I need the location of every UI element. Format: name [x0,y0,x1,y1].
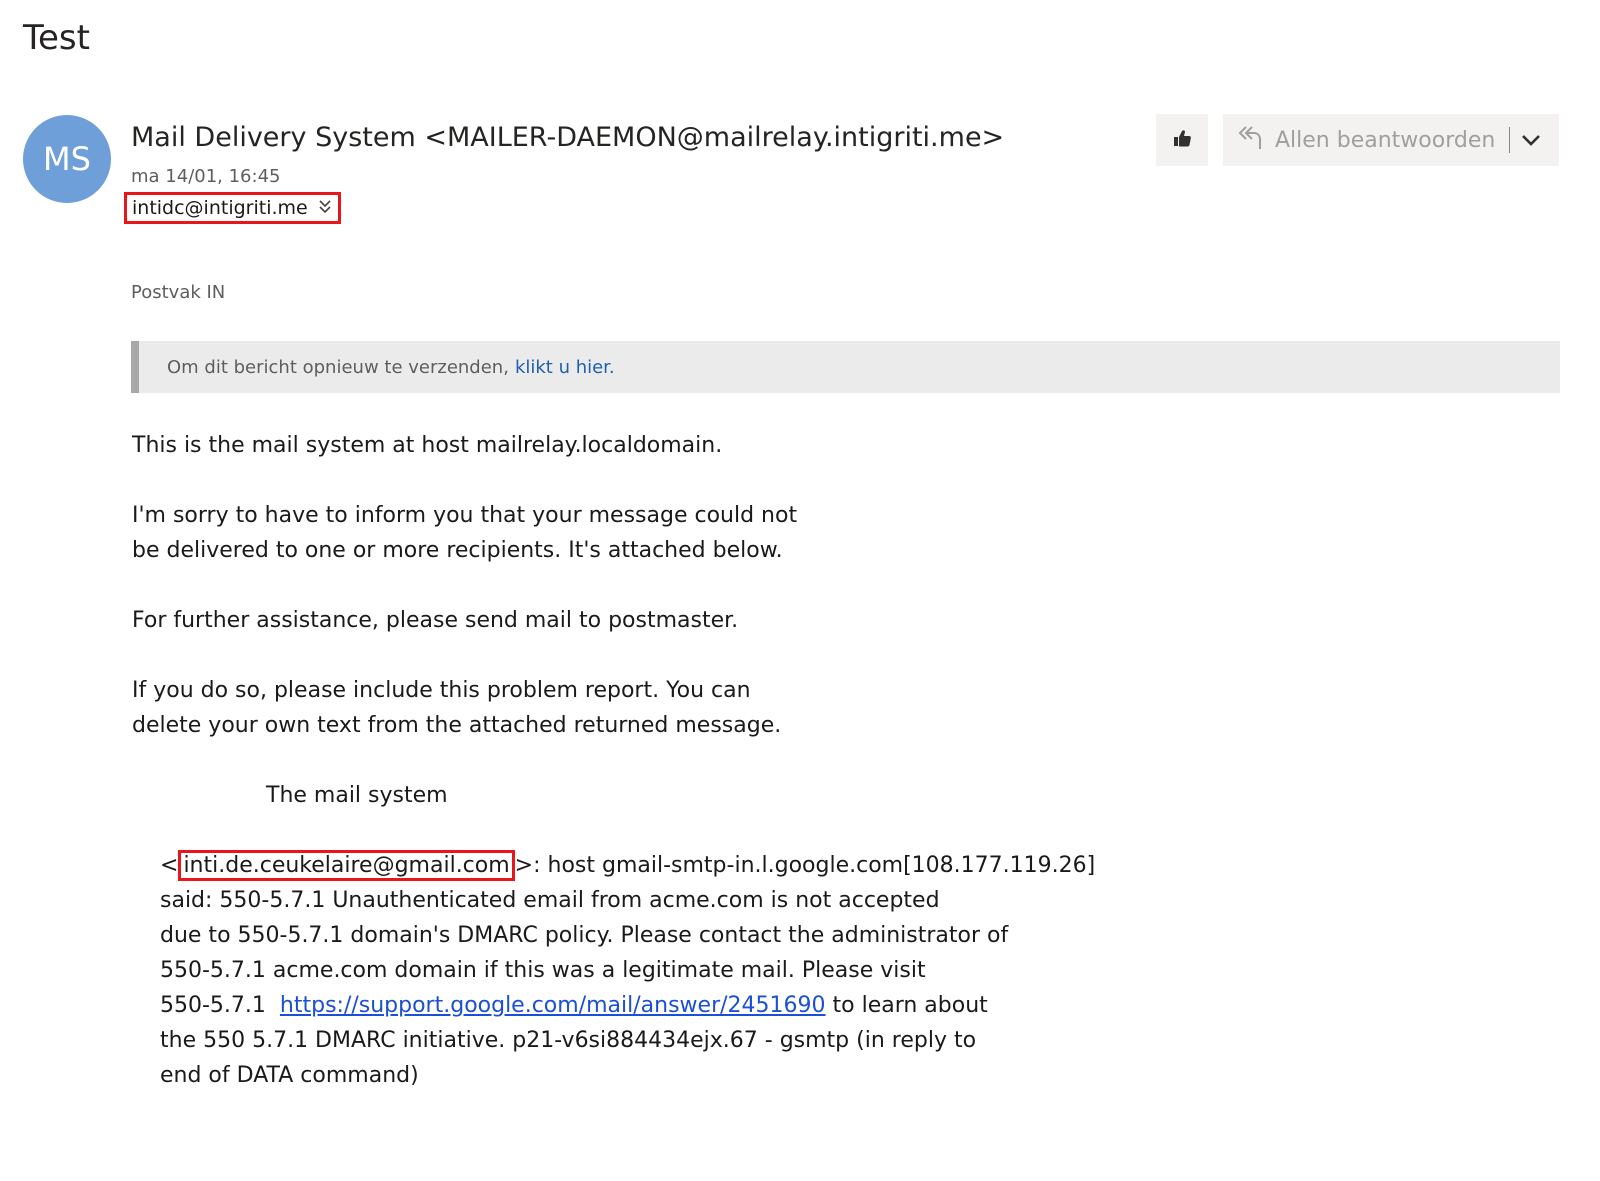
email-subject: Test [23,18,90,58]
button-divider [1509,127,1511,153]
body-paragraph: This is the mail system at host mailrela… [132,433,723,458]
email-body: This is the mail system at host mailrela… [132,428,1095,1093]
body-paragraph: For further assistance, please send mail… [132,608,739,633]
reply-all-label: Allen beantwoorden [1275,127,1496,153]
error-report: < inti.de.ceukelaire@gmail.com >: host gma… [132,848,1095,1093]
error-line: said: 550-5.7.1 Unauthenticated email fr… [160,888,940,913]
signature: The mail system [266,783,448,808]
banner-text: Om dit bericht opnieuw te verzenden, [167,356,509,378]
failed-recipient-address[interactable]: inti.de.ceukelaire@gmail.com [178,850,515,881]
body-paragraph: I'm sorry to have to inform you that you… [132,503,798,528]
reply-all-icon [1237,123,1263,157]
sender-avatar[interactable]: MS [23,115,111,203]
angle-bracket: < [160,853,179,878]
body-paragraph: delete your own text from the attached r… [132,713,782,738]
error-line: due to 550-5.7.1 domain's DMARC policy. … [160,923,1009,948]
error-text: >: host gmail-smtp-in.l.google.com[108.1… [514,853,1096,878]
sender-name[interactable]: Mail Delivery System <MAILER-DAEMON@mail… [131,122,1004,153]
resend-banner: Om dit bericht opnieuw te verzenden, kli… [131,341,1560,393]
recipient-field[interactable]: intidc@intigriti.me [124,192,341,224]
reply-all-button[interactable]: Allen beantwoorden [1223,114,1559,166]
error-line: end of DATA command) [160,1063,419,1088]
like-button[interactable] [1156,114,1208,166]
expand-recipients-icon[interactable] [318,198,332,218]
sent-date: ma 14/01, 16:45 [131,166,281,187]
error-line: 550-5.7.1 https://support.google.com/mai… [160,988,1095,1023]
error-text: to learn about [825,993,988,1018]
error-line: 550-5.7.1 acme.com domain if this was a … [160,958,926,983]
body-paragraph: be delivered to one or more recipients. … [132,538,783,563]
recipient-address: intidc@intigriti.me [132,197,308,219]
error-line: < inti.de.ceukelaire@gmail.com >: host gma… [160,848,1095,883]
resend-link[interactable]: klikt u hier. [515,357,615,378]
support-link[interactable]: https://support.google.com/mail/answer/2… [280,993,826,1018]
error-line: the 550 5.7.1 DMARC initiative. p21-v6si… [160,1028,977,1053]
error-text: 550-5.7.1 [160,993,280,1018]
folder-label[interactable]: Postvak IN [131,282,225,303]
body-paragraph: If you do so, please include this proble… [132,678,751,703]
chevron-down-icon[interactable] [1520,133,1542,147]
thumbs-up-icon [1171,127,1193,153]
